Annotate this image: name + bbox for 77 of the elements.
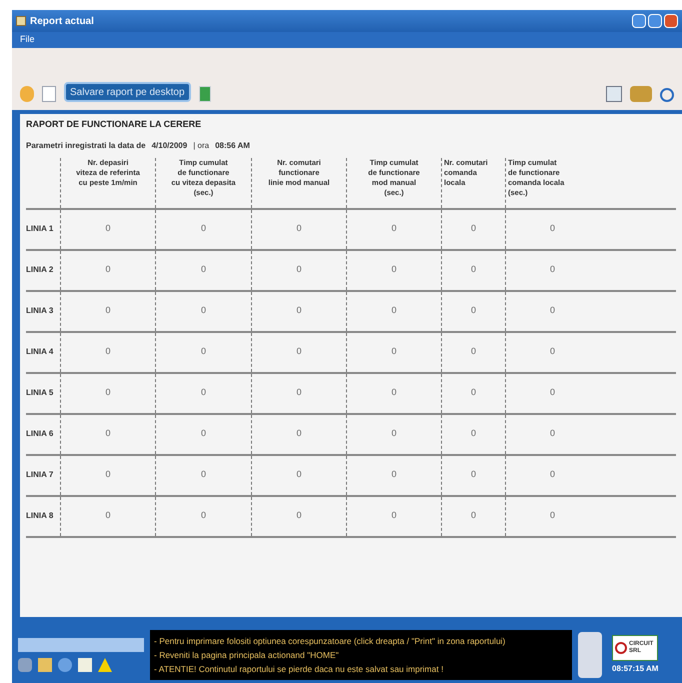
table-cell-text: 0 bbox=[105, 345, 110, 358]
table-cell-text: 0 bbox=[391, 427, 396, 440]
table-cell-text: 0 bbox=[296, 386, 302, 400]
table-cell-text: 0 bbox=[550, 468, 555, 482]
ring-icon bbox=[615, 642, 627, 654]
table-cell-text: 0 bbox=[470, 386, 476, 400]
row-label: LINIA 6 bbox=[26, 428, 54, 440]
table-cell-text: 0 bbox=[550, 345, 555, 358]
row-label: LINIA 3 bbox=[26, 305, 54, 317]
table-cell-text: 0 bbox=[391, 468, 396, 482]
table-cell-text: 0 bbox=[550, 304, 555, 318]
table-cell-text: 0 bbox=[550, 427, 555, 440]
table-cell-text: 0 bbox=[105, 386, 110, 400]
table-cell-text: 0 bbox=[391, 304, 396, 318]
time-label: | ora bbox=[193, 140, 210, 152]
table-cell-text: 0 bbox=[296, 427, 302, 440]
table-cell-text: 0 bbox=[391, 345, 396, 358]
table-cell-text: 0 bbox=[391, 509, 396, 522]
app-icon bbox=[16, 16, 26, 26]
table-cell-text: 0 bbox=[200, 386, 206, 400]
table-cell-text: 0 bbox=[200, 427, 206, 440]
save-button[interactable]: Salvare raport pe desktop bbox=[64, 82, 191, 102]
status-message: - Pentru imprimare folositi optiunea corespunzatoare (click dreapta / "Print" in zona raportului) bbox=[154, 635, 506, 648]
table-cell-text: 0 bbox=[391, 386, 396, 400]
table-cell-text: 0 bbox=[470, 509, 476, 522]
row-label: LINIA 7 bbox=[26, 469, 54, 481]
row-label: LINIA 4 bbox=[26, 346, 54, 358]
taskbar-field[interactable] bbox=[18, 638, 144, 652]
table-cell-text: 0 bbox=[391, 263, 396, 276]
table-cell-text: 0 bbox=[200, 509, 206, 522]
table-cell-text: 0 bbox=[470, 345, 476, 358]
row-label: LINIA 5 bbox=[26, 387, 54, 399]
table-cell-text: 0 bbox=[200, 468, 206, 482]
table-cell-text: 0 bbox=[105, 427, 110, 440]
table-cell-text: 0 bbox=[296, 304, 302, 318]
window-title: Report actual bbox=[30, 14, 94, 28]
minimize-button[interactable] bbox=[632, 14, 646, 28]
table-cell-text: 0 bbox=[550, 386, 555, 400]
table-cell-text: 0 bbox=[105, 263, 110, 276]
status-message: - ATENTIE! Continutul raportului se pierde daca nu este salvat sau imprimat ! bbox=[154, 663, 444, 676]
table-cell-text: 0 bbox=[296, 468, 302, 482]
menu-item[interactable]: File bbox=[20, 33, 35, 47]
table-cell-text: 0 bbox=[296, 222, 302, 236]
date-value: 4/10/2009 bbox=[152, 140, 188, 152]
table-cell-text: 0 bbox=[550, 263, 555, 276]
table-cell-text: 0 bbox=[105, 468, 110, 482]
table-cell-text: 0 bbox=[105, 509, 110, 522]
table-cell-text: 0 bbox=[200, 345, 206, 358]
report-title: RAPORT DE FUNCTIONARE LA CERERE bbox=[26, 118, 202, 131]
time-value: 08:56 AM bbox=[215, 140, 250, 152]
table-cell-text: 0 bbox=[200, 263, 206, 276]
clock: 08:57:15 AM bbox=[612, 663, 658, 675]
chart-icon[interactable] bbox=[606, 86, 622, 102]
table-cell-text: 0 bbox=[550, 222, 555, 236]
table-cell-text: 0 bbox=[296, 509, 302, 522]
row-label: LINIA 2 bbox=[26, 264, 54, 276]
excel-icon[interactable] bbox=[198, 86, 211, 102]
table-cell-text: 0 bbox=[470, 222, 476, 236]
table-cell-text: 0 bbox=[200, 222, 206, 236]
row-label: LINIA 1 bbox=[26, 223, 54, 235]
close-button[interactable] bbox=[664, 14, 678, 28]
row-label: LINIA 8 bbox=[26, 510, 54, 522]
table-cell-text: 0 bbox=[391, 222, 396, 236]
maximize-button[interactable] bbox=[648, 14, 662, 28]
warning-icon[interactable] bbox=[98, 658, 112, 672]
table-cell-text: 0 bbox=[470, 468, 476, 482]
table-cell-text: 0 bbox=[296, 345, 302, 358]
table-cell-text: 0 bbox=[105, 222, 110, 236]
status-message: - Reveniti la pagina principala actionand "HOME" bbox=[154, 649, 340, 662]
table-cell-text: 0 bbox=[470, 263, 476, 276]
table-cell-text: 0 bbox=[200, 304, 206, 318]
table-cell-text: 0 bbox=[470, 427, 476, 440]
date-label: Parametri inregistrati la data de bbox=[26, 140, 146, 152]
table-cell-text: 0 bbox=[296, 263, 302, 276]
table-cell-text: 0 bbox=[105, 304, 110, 318]
table-cell-text: 0 bbox=[550, 509, 555, 522]
table-cell-text: 0 bbox=[470, 304, 476, 318]
